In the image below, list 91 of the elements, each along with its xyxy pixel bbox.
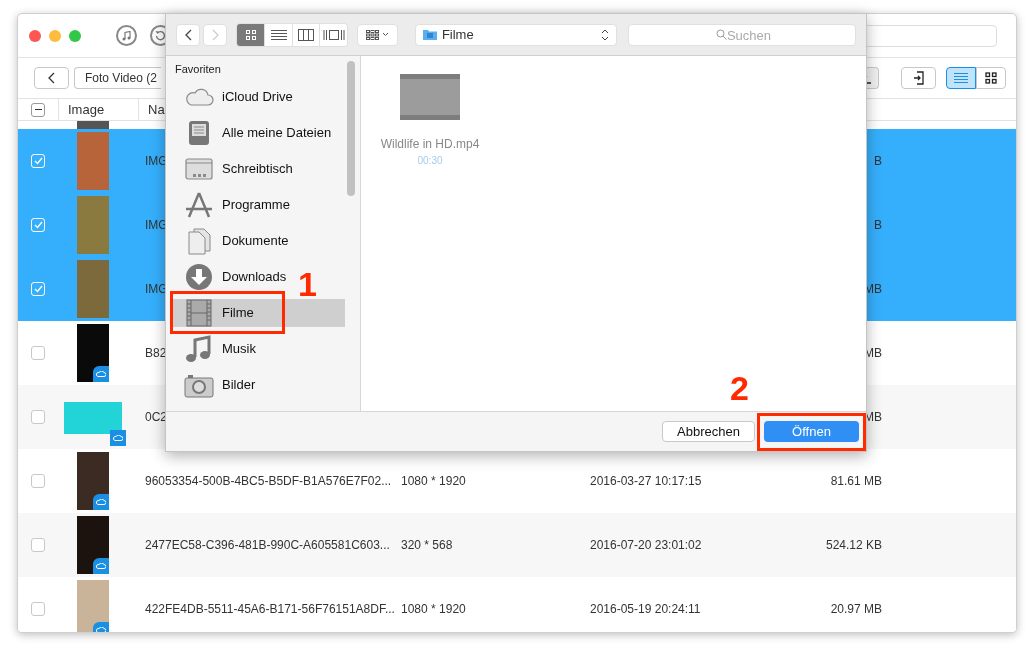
date-text: 2016-05-19 20:24:11 bbox=[590, 602, 701, 616]
export-button[interactable] bbox=[901, 67, 936, 89]
location-dropdown[interactable]: Filme bbox=[414, 23, 617, 46]
sidebar-item[interactable]: Programme bbox=[171, 191, 294, 219]
size-text: 524.12 KB bbox=[825, 538, 882, 552]
resolution-text: 1080 * 1920 bbox=[401, 474, 466, 488]
view-toggle-button[interactable] bbox=[976, 67, 1006, 89]
columns-icon bbox=[298, 28, 315, 41]
chevron-left-icon bbox=[48, 72, 55, 84]
column-header[interactable]: Image bbox=[68, 99, 105, 120]
size-text: 20.97 MB bbox=[830, 602, 882, 616]
zoom-button[interactable] bbox=[69, 29, 81, 42]
folder-icon bbox=[422, 29, 437, 40]
minus-icon bbox=[34, 108, 42, 111]
view-mode-button[interactable] bbox=[291, 23, 320, 46]
photo-placeholder bbox=[77, 196, 109, 254]
checkmark-icon bbox=[33, 285, 43, 293]
sidebar-item[interactable]: Schreibtisch bbox=[171, 155, 297, 183]
row-checkbox[interactable] bbox=[31, 538, 45, 552]
list-icon bbox=[270, 28, 287, 41]
chevron-down-icon bbox=[381, 32, 389, 37]
video-duration: 00:30 bbox=[417, 154, 443, 168]
table-row[interactable]: 422FE4DB-5511-45A6-B171-56F76151A8DF... 1080 * 1920 2016-05-19 20:24:11 20.97 MB bbox=[18, 577, 1016, 632]
chevron-right-icon bbox=[211, 28, 219, 41]
sidebar-item[interactable]: Downloads bbox=[171, 263, 291, 291]
cancel-button[interactable]: Abbrechen bbox=[662, 421, 755, 442]
column-header[interactable]: Na bbox=[148, 99, 165, 120]
sidebar-item[interactable]: iCloud Drive bbox=[171, 83, 297, 111]
refresh-icon bbox=[155, 30, 166, 41]
photo-placeholder bbox=[77, 132, 109, 190]
table-row[interactable]: 2477EC58-C396-481B-990C-A605581C603... 320 * 568 2016-07-20 23:01:02 524.12 KB bbox=[18, 513, 1016, 577]
file-name[interactable]: Wildlife in HD.mp4 bbox=[380, 135, 480, 153]
back-button[interactable] bbox=[34, 67, 69, 89]
grid-icon bbox=[985, 72, 997, 84]
scrollbar-thumb[interactable] bbox=[347, 61, 355, 196]
file-name: 96053354-500B-4BC5-B5DF-B1A576E7F02... bbox=[145, 474, 392, 488]
resolution-text: 1080 * 1920 bbox=[401, 602, 466, 616]
arrange-button[interactable] bbox=[356, 23, 398, 46]
size-text: B bbox=[874, 154, 882, 168]
size-text: B bbox=[874, 218, 882, 232]
minimize-button[interactable] bbox=[49, 29, 61, 42]
row-checkbox[interactable] bbox=[31, 410, 45, 424]
date-text: 2016-07-20 23:01:02 bbox=[590, 538, 702, 552]
checkmark-icon bbox=[33, 221, 43, 229]
file-name: 2477EC58-C396-481B-990C-A605581C603... bbox=[145, 538, 390, 552]
checkmark-icon bbox=[33, 157, 43, 165]
photo-placeholder bbox=[77, 260, 109, 318]
view-mode-button[interactable] bbox=[319, 23, 347, 46]
date-text: 2016-03-27 10:17:15 bbox=[590, 474, 702, 488]
header-checkbox[interactable] bbox=[31, 102, 45, 117]
forward-button[interactable] bbox=[203, 23, 227, 46]
step-number: 1 bbox=[298, 267, 317, 301]
video-thumbnail[interactable] bbox=[400, 74, 460, 120]
arrange-icon bbox=[365, 29, 379, 40]
music-note-icon bbox=[122, 30, 131, 41]
download-icon bbox=[184, 263, 214, 291]
step-number: 2 bbox=[730, 371, 749, 405]
desktop-icon bbox=[184, 155, 214, 183]
sidebar-item[interactable]: Bilder bbox=[171, 371, 260, 399]
photo-placeholder bbox=[77, 121, 109, 129]
list-icon bbox=[954, 72, 968, 84]
view-toggle-button[interactable] bbox=[946, 67, 976, 89]
breadcrumb-button[interactable]: Foto Video (2 bbox=[74, 67, 161, 89]
view-mode-button[interactable] bbox=[264, 23, 292, 46]
apps-icon bbox=[184, 191, 214, 219]
file-name: 422FE4DB-5511-45A6-B171-56F76151A8DF... bbox=[145, 602, 395, 616]
film-icon bbox=[184, 299, 214, 327]
coverflow-icon bbox=[322, 28, 345, 41]
music-note-icon bbox=[184, 335, 214, 363]
sidebar-item[interactable]: Dokumente bbox=[171, 227, 293, 255]
sidebar-heading: Favoriten bbox=[174, 62, 222, 76]
row-checkbox[interactable] bbox=[31, 346, 45, 360]
view-mode-button[interactable] bbox=[237, 23, 265, 46]
sidebar-item[interactable]: Musik bbox=[171, 335, 260, 363]
back-button[interactable] bbox=[176, 23, 200, 46]
resolution-text: 320 * 568 bbox=[401, 538, 453, 552]
sidebar-item[interactable]: Filme bbox=[171, 299, 345, 327]
search-field[interactable]: Suchen bbox=[628, 24, 856, 46]
size-text: 81.61 MB bbox=[830, 474, 882, 488]
file-name: B82 bbox=[145, 346, 167, 360]
updown-chevron-icon bbox=[601, 28, 609, 41]
search-icon bbox=[716, 28, 727, 40]
chevron-left-icon bbox=[184, 28, 192, 41]
row-checkbox[interactable] bbox=[31, 602, 45, 616]
close-button[interactable] bbox=[29, 29, 41, 42]
row-checkbox[interactable] bbox=[31, 474, 45, 488]
table-row[interactable]: 96053354-500B-4BC5-B5DF-B1A576E7F02... 1080 * 1920 2016-03-27 10:17:15 81.61 MB bbox=[18, 449, 1016, 513]
music-button[interactable] bbox=[116, 25, 137, 46]
grid-icon bbox=[245, 29, 256, 40]
sidebar-item[interactable]: Alle meine Dateien bbox=[171, 119, 336, 147]
export-icon bbox=[912, 71, 925, 85]
